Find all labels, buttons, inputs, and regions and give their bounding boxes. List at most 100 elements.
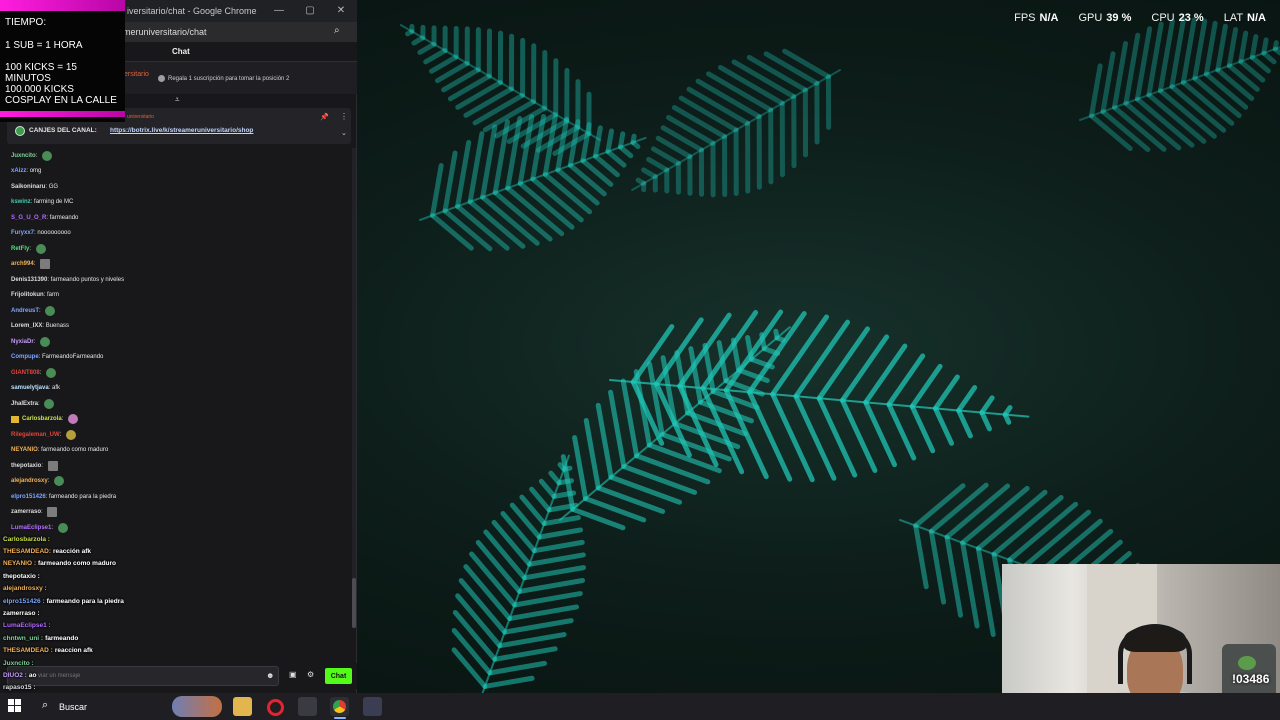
url-text[interactable]: meruniversitario/chat <box>123 27 207 37</box>
chat-username[interactable]: Denis131390 <box>11 277 47 283</box>
chat-message: arch994: <box>11 257 351 273</box>
overlay-chat-username: LumaEclipse1 : <box>3 622 51 630</box>
chat-username[interactable]: zamerraso <box>11 509 41 515</box>
search-highlight-image[interactable] <box>172 696 222 717</box>
fern-leaflet <box>557 462 567 472</box>
taskbar-search[interactable]: Buscar <box>59 702 87 712</box>
opera-icon[interactable] <box>265 697 284 716</box>
overlay-chat-text: ao <box>28 671 37 679</box>
hud-stat-label: GPU <box>1078 12 1103 24</box>
chat-username[interactable]: Saikoninaru <box>11 184 45 190</box>
app-icon[interactable] <box>298 697 317 716</box>
emote-icon <box>54 476 65 487</box>
chat-username[interactable]: samuelytjava <box>11 385 49 391</box>
chat-messages: Juxncito: xAizz: omg Saikoninaru: GG kswin… <box>11 148 351 536</box>
headset-icon <box>1118 624 1192 684</box>
chat-username[interactable]: JhalExtra <box>11 401 38 407</box>
chat-username[interactable]: Carlosbarzola <box>22 416 62 422</box>
fern-leaflet <box>770 391 815 483</box>
close-button[interactable]: ✕ <box>333 3 349 19</box>
chat-username[interactable]: Frijolitokun <box>11 292 44 298</box>
overlay-chat-username: NEYANIO : <box>3 560 36 568</box>
chrome-icon[interactable] <box>330 697 349 716</box>
emote-icon <box>68 414 79 425</box>
collapse-arrow-icon[interactable]: ⩡ <box>175 95 180 105</box>
fern-leaflet <box>650 146 681 166</box>
fern-leaflet <box>526 552 586 567</box>
fern-leaflet <box>492 646 558 662</box>
overlay-chat-username: elpro151426 : <box>3 597 45 605</box>
chat-username[interactable]: GIANT808 <box>11 370 40 376</box>
fern-leaflet <box>447 73 492 102</box>
fern-leaflet <box>567 162 607 197</box>
chat-username[interactable]: Rilegaleman_UW <box>11 432 60 438</box>
chat-message: RetFly: <box>11 241 351 257</box>
gift-button-icon[interactable]: ▣ <box>289 670 297 679</box>
send-chat-button[interactable]: Chat <box>325 668 352 684</box>
chat-username[interactable]: LumaEclipse1 <box>11 525 51 531</box>
file-explorer-icon[interactable] <box>233 697 252 716</box>
stream-info-overlay: TIEMPO: 1 SUB = 1 HORA 100 KICKS = 15 MI… <box>0 0 125 122</box>
fern-leaflet <box>423 48 448 65</box>
fern-leaflet <box>621 463 698 495</box>
fern-leaflet <box>583 417 601 491</box>
emote-icon <box>35 243 46 254</box>
fern-leaflet <box>909 363 943 409</box>
overlay-chat-message: NEYANIO : farmeando como maduro <box>3 558 203 570</box>
zoom-icon[interactable]: ⌕ <box>334 25 340 36</box>
username-separator: : <box>41 462 45 469</box>
overlay-chat-message: elpro151426 : farmeando para la piedra <box>3 595 203 607</box>
chat-message-text: nooooooooo <box>37 230 71 237</box>
scrollbar-thumb[interactable] <box>352 578 356 628</box>
overlay-chat-message: Carlosbarzola : <box>3 533 203 545</box>
chat-username[interactable]: arch994 <box>11 261 34 267</box>
pin-icon[interactable]: 📌 <box>320 113 329 121</box>
chat-message: Lorem_IXX: Buenass <box>11 319 351 335</box>
chat-message-text: farmeando puntos y niveles <box>50 276 125 283</box>
chat-username[interactable]: elpro151426 <box>11 494 46 500</box>
windows-start-button[interactable] <box>8 699 22 713</box>
fern-leaflet <box>538 478 557 499</box>
chevron-down-icon[interactable]: ⌄ <box>341 129 347 137</box>
chat-username[interactable]: Furyxx7 <box>11 230 34 236</box>
minimize-button[interactable]: — <box>271 3 287 19</box>
chat-username[interactable]: AndreusT <box>11 308 39 314</box>
fern-leaflet <box>1272 40 1279 52</box>
chat-username[interactable]: S_G_U_O_R <box>11 215 46 221</box>
fern-leaflet <box>886 401 917 461</box>
chat-username[interactable]: Compupe <box>11 354 39 360</box>
pinned-link[interactable]: https://botrix.live/k/streameruniversita… <box>110 127 253 134</box>
emote-icon <box>40 336 51 347</box>
fern-leaflet <box>517 577 586 594</box>
fern-leaflet <box>665 114 716 146</box>
chat-username[interactable]: RetFly <box>11 246 29 252</box>
chat-username[interactable]: kswinz <box>11 199 31 205</box>
maximize-button[interactable]: ▢ <box>302 3 318 19</box>
fern-leaflet <box>1215 67 1255 101</box>
chat-scrollbar[interactable] <box>352 148 356 628</box>
fern-leaflet <box>1088 63 1103 119</box>
search-icon[interactable]: ⌕ <box>42 699 48 712</box>
gift-icon <box>158 75 165 82</box>
chat-username[interactable]: NyxiaDr <box>11 339 34 345</box>
emoji-icon[interactable]: ☻ <box>266 671 274 680</box>
chat-username[interactable]: alejandrosxy <box>11 478 48 484</box>
hud-stat-label: FPS <box>1014 12 1036 24</box>
fern-leaflet <box>909 403 936 454</box>
more-options-icon[interactable]: ⋮ <box>340 112 348 121</box>
fern-leaflet <box>730 337 742 373</box>
fern-leaflet <box>1215 23 1228 73</box>
chat-message: Saikoninaru: GG <box>11 179 351 195</box>
chat-username[interactable]: xAizz <box>11 168 26 174</box>
fern-leaflet <box>430 163 444 218</box>
chat-username[interactable]: Juxncito <box>11 153 36 159</box>
chat-username[interactable]: NEYANIO <box>11 447 38 453</box>
fern-leaflet <box>932 374 960 411</box>
overlay-chat-username: Carlosbarzola : <box>3 535 50 543</box>
chat-username[interactable]: thepotaxio <box>11 463 41 469</box>
pinned-by: universitario <box>127 114 154 120</box>
chat-username[interactable]: Lorem_IXX <box>11 323 42 329</box>
gear-icon[interactable]: ⚙ <box>307 670 314 679</box>
fern-leaflet <box>605 128 615 155</box>
discord-icon[interactable] <box>363 697 382 716</box>
